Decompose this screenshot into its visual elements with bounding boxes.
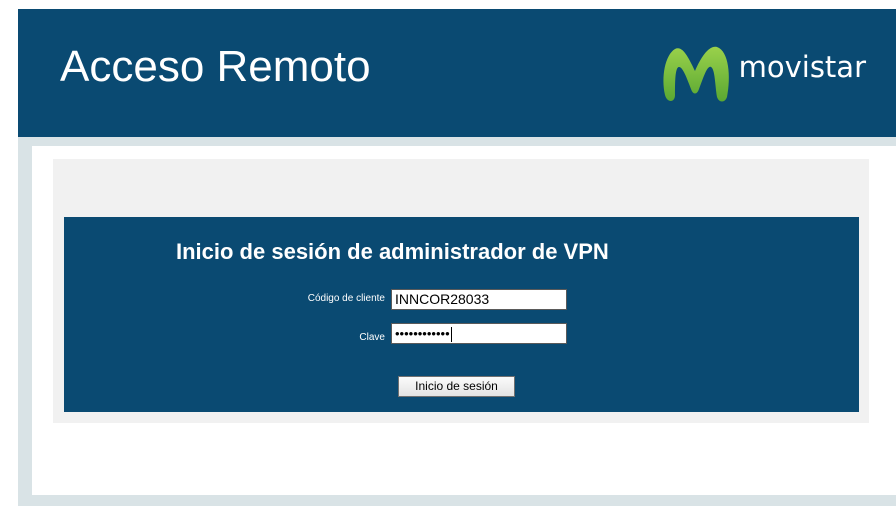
- page: Acceso Remoto movistar Inicio de sesión …: [0, 0, 896, 506]
- password-input[interactable]: ••••••••••••: [391, 323, 567, 344]
- password-label: Clave: [359, 332, 385, 343]
- login-box: Inicio de sesión de administrador de VPN…: [64, 217, 859, 412]
- text-caret: [450, 326, 452, 342]
- brand-name: movistar: [738, 50, 866, 84]
- header-bar: Acceso Remoto movistar: [18, 9, 896, 137]
- app-title: Acceso Remoto: [60, 42, 371, 91]
- client-code-label: Código de cliente: [307, 293, 385, 304]
- client-code-value: INNCOR28033: [395, 291, 490, 307]
- client-code-input[interactable]: INNCOR28033: [391, 289, 567, 310]
- login-heading: Inicio de sesión de administrador de VPN: [176, 239, 609, 264]
- login-button[interactable]: Inicio de sesión: [398, 376, 515, 397]
- password-value: ••••••••••••: [395, 326, 450, 341]
- brand-logo: movistar: [659, 35, 866, 107]
- movistar-m-icon: [663, 46, 729, 102]
